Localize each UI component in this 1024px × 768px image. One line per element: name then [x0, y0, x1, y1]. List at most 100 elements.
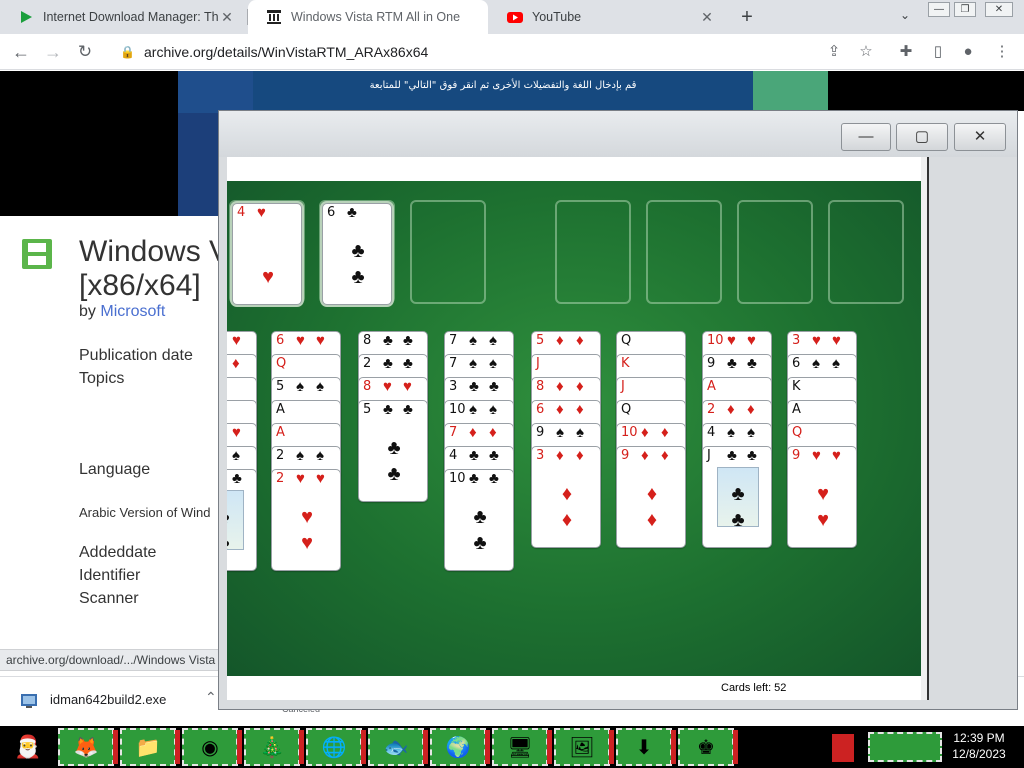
card-suit-pip: ♥	[232, 332, 241, 349]
maximize-button[interactable]: ▢	[896, 123, 948, 151]
clock[interactable]: 12:39 PM 12/8/2023	[948, 730, 1010, 762]
card-rank: A	[276, 425, 285, 440]
idm-icon[interactable]: ⬇	[616, 728, 676, 766]
minimize-button[interactable]: —	[841, 123, 891, 151]
card-pip: ♣	[351, 266, 365, 288]
card-rank: 4	[237, 205, 246, 220]
meta-publication-date: Publication date	[79, 347, 193, 364]
card-suit-pip: ♥	[232, 424, 241, 441]
minimize-button[interactable]: —	[928, 2, 950, 17]
close-icon[interactable]: ✕	[219, 9, 235, 25]
profile-avatar-icon[interactable]: ●	[958, 42, 978, 62]
card-suit-pip: ♥	[316, 332, 325, 349]
card-suit-pip: ♣	[489, 378, 499, 395]
tableau-card[interactable]: 2 ♥ ♥ ♥ ♥	[271, 469, 341, 571]
window-titlebar[interactable]: — ▢ ✕	[219, 111, 1017, 157]
freecell-card[interactable]: 6 ♣ ♣ ♣	[322, 203, 392, 305]
tab-youtube[interactable]: YouTube ✕	[489, 0, 727, 34]
card-suit: ♠	[727, 424, 735, 441]
card-rank: 8	[363, 379, 372, 394]
taskbar: 🎅 🦊 📁 ◉ 🎄 🌐 🐟 🌍 🖥 🖼 ⬇ ♚ 12:39 PM 12/8/2023	[0, 726, 1024, 768]
tab-title: Windows Vista RTM All in One (A	[291, 10, 463, 24]
share-icon[interactable]: ⇪	[824, 42, 844, 62]
card-rank: 4	[449, 448, 458, 463]
card-suit-pip: ♥	[832, 447, 841, 464]
sidepanel-icon[interactable]: ▯	[928, 42, 948, 62]
king-icon[interactable]: ♚	[678, 728, 738, 766]
card-suit: ♥	[257, 204, 266, 221]
fish-icon[interactable]: 🐟	[368, 728, 428, 766]
tableau-card[interactable]: 10 ♣ ♣ ♣ ♣	[444, 469, 514, 571]
game-status-bar: Cards left: 52	[227, 676, 921, 700]
picture-icon[interactable]: 🖼	[554, 728, 614, 766]
page-title: Windows V	[79, 235, 230, 268]
card-rank: A	[276, 402, 285, 417]
free-cell[interactable]	[410, 200, 486, 304]
card-suit-pip: ♦	[576, 378, 584, 395]
chevron-down-icon[interactable]: ⌄	[896, 8, 914, 26]
taskbar-divider	[423, 730, 428, 764]
network-icon[interactable]: 🌍	[430, 728, 490, 766]
restore-button[interactable]: ❐	[954, 2, 976, 17]
card-rank: A	[707, 379, 716, 394]
santa-start-icon[interactable]: 🎅	[4, 728, 52, 766]
card-suit-pip: ♠	[489, 332, 497, 349]
card-rank: Q	[276, 356, 287, 371]
forward-button[interactable]: →	[42, 41, 64, 63]
chrome-icon[interactable]: ◉	[182, 728, 242, 766]
card-pip: ♥	[262, 266, 274, 288]
globe-icon[interactable]: 🌐	[306, 728, 366, 766]
foundation-slot[interactable]	[555, 200, 631, 304]
close-icon[interactable]: ✕	[699, 9, 715, 25]
meta-scanner: Scanner	[79, 590, 139, 607]
card-suit: ♣	[347, 204, 357, 221]
card-suit-pip: ♣	[747, 447, 757, 464]
foundation-slot[interactable]	[737, 200, 813, 304]
download-filename[interactable]: idman642build2.exe	[50, 692, 166, 707]
tableau-card[interactable]: 5 ♣ ♣ ♣ ♣	[358, 400, 428, 502]
firefox-icon[interactable]: 🦊	[58, 728, 118, 766]
bookmark-star-icon[interactable]: ☆	[856, 42, 876, 62]
freecell-card[interactable]: 4 ♥ ♥	[232, 203, 302, 305]
tableau-card[interactable]: 9 ♥ ♥ ♥ ♥	[787, 446, 857, 548]
card-suit: ♦	[641, 424, 649, 441]
taskbar-divider	[299, 730, 304, 764]
more-menu-icon[interactable]: ⋮	[992, 42, 1012, 62]
banner-text: قم بإدخال اللغة والتفضيلات الأخرى ثم انق…	[253, 71, 753, 113]
system-tray[interactable]	[868, 732, 942, 762]
card-suit: ♦	[556, 378, 564, 395]
foundation-slot[interactable]	[646, 200, 722, 304]
chevron-up-icon[interactable]: ⌃	[205, 689, 217, 706]
card-rank: 7	[449, 356, 458, 371]
url-text: archive.org/details/WinVistaRTM_ARAx86x6…	[144, 44, 429, 60]
card-suit: ♥	[812, 447, 821, 464]
card-rank: K	[621, 356, 630, 371]
card-suit: ♦	[556, 332, 564, 349]
taskbar-divider	[237, 730, 242, 764]
tableau-card[interactable]: J♣♣♣♣	[702, 446, 772, 548]
url-field[interactable]: 🔒 archive.org/details/WinVistaRTM_ARAx86…	[108, 38, 908, 66]
tableau-card[interactable]: 3 ♦ ♦ ♦ ♦	[531, 446, 601, 548]
explorer-icon[interactable]: 📁	[120, 728, 180, 766]
reload-button[interactable]: ↻	[74, 41, 96, 63]
foundation-slot[interactable]	[828, 200, 904, 304]
tab-idm[interactable]: Internet Download Manager: The ✕	[0, 0, 247, 34]
card-suit: ♦	[641, 447, 649, 464]
tab-archive[interactable]: Windows Vista RTM All in One (A	[248, 0, 488, 34]
card-suit-pip: ♠	[316, 378, 324, 395]
new-tab-button[interactable]: +	[736, 6, 758, 28]
close-button[interactable]: ✕	[954, 123, 1006, 151]
close-window-button[interactable]: ✕	[985, 2, 1013, 17]
card-rank: J	[621, 379, 625, 394]
extensions-icon[interactable]: ✚	[896, 42, 916, 62]
card-pip: ♣	[731, 483, 745, 505]
tableau-card[interactable]: J♣♣♣♣	[227, 469, 257, 571]
card-suit: ♣	[469, 470, 479, 487]
tree-icon[interactable]: 🎄	[244, 728, 304, 766]
card-rank: 6	[792, 356, 801, 371]
author-link[interactable]: Microsoft	[100, 303, 165, 320]
back-button[interactable]: ←	[10, 41, 32, 63]
card-rank: 10	[707, 333, 724, 348]
monitor-icon[interactable]: 🖥	[492, 728, 552, 766]
tableau-card[interactable]: 9 ♦ ♦ ♦ ♦	[616, 446, 686, 548]
